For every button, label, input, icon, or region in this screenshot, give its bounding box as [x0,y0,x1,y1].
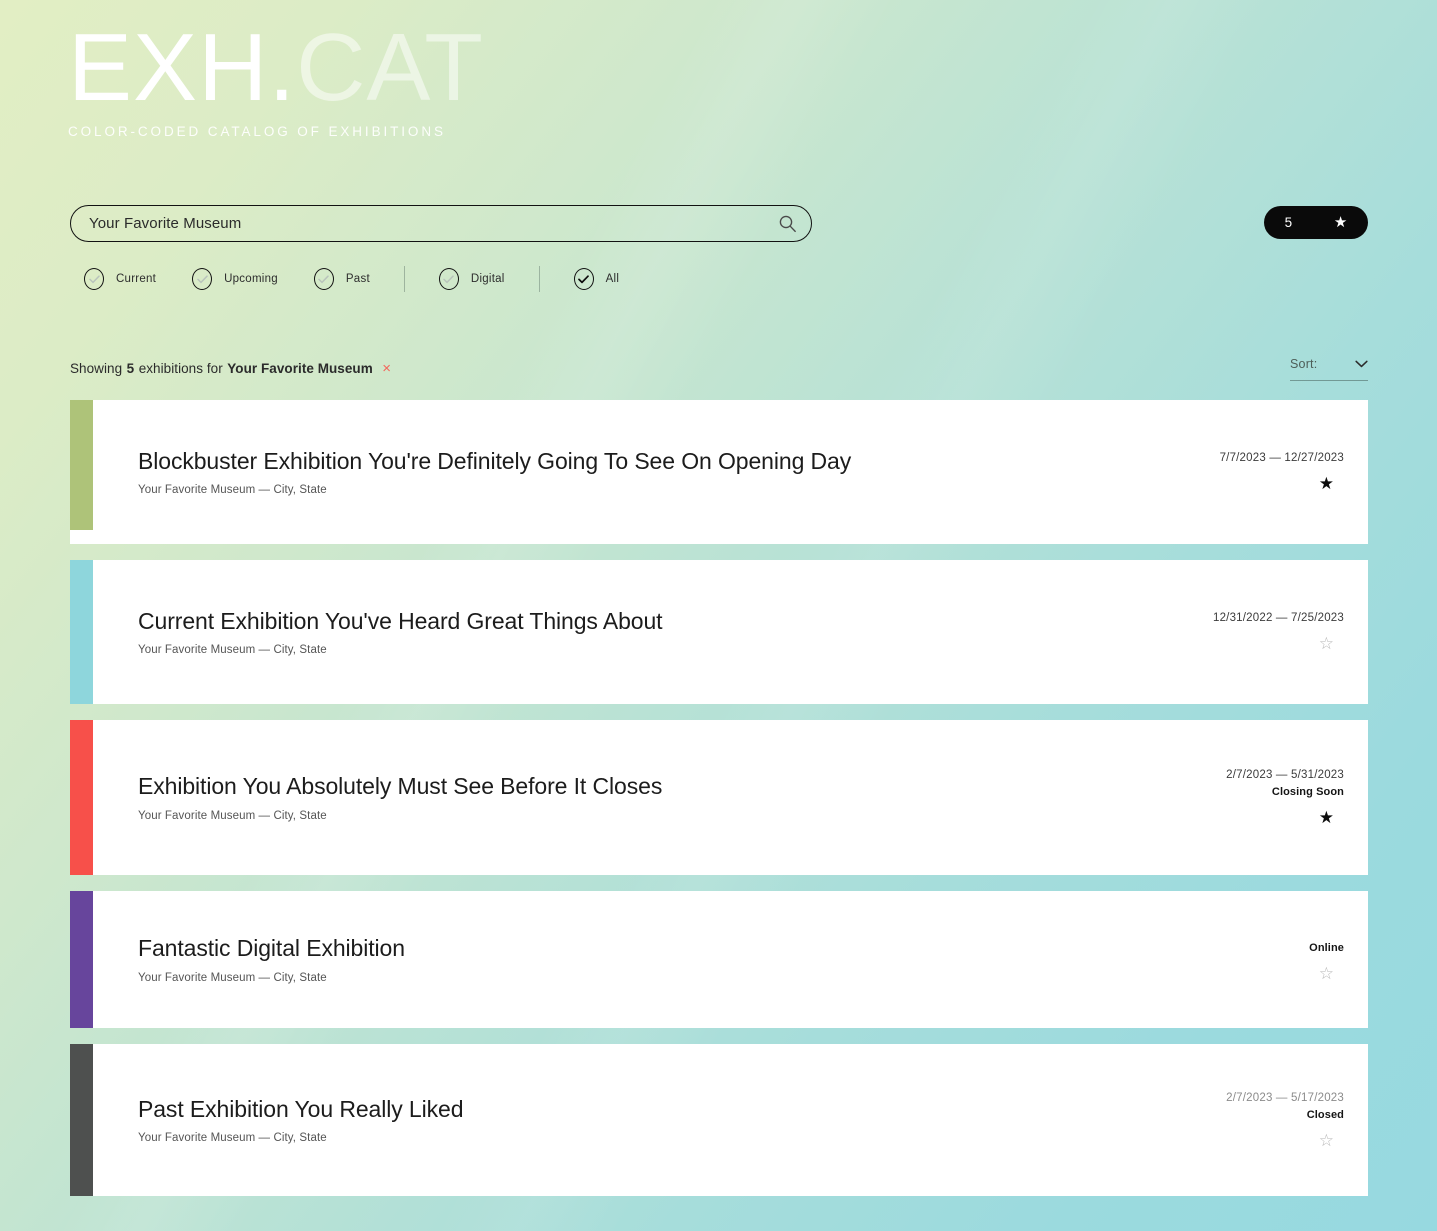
exhibition-venue: Your Favorite Museum — City, State [138,809,327,822]
filter-current[interactable]: Current [84,268,156,290]
exhibition-venue: Your Favorite Museum — City, State [138,484,327,497]
exhibition-text: Fantastic Digital Exhibition Your Favori… [138,935,1214,984]
filter-group: Current Upcoming Past Digital All [84,266,619,292]
clear-search-icon[interactable]: × [382,361,391,376]
filter-divider [403,266,405,292]
exhibition-title[interactable]: Fantastic Digital Exhibition [138,935,1214,963]
exhibition-dates: 2/7/2023 — 5/31/2023 [1226,769,1344,781]
exhibition-card-body: Fantastic Digital Exhibition Your Favori… [93,891,1368,1028]
exhibition-meta: 2/7/2023 — 5/17/2023 Closed ☆ [1214,1092,1344,1149]
exhibition-venue: Your Favorite Museum — City, State [138,644,327,657]
masthead: EXH.CAT COLOR-CODED CATALOG OF EXHIBITIO… [68,20,484,140]
category-accent-bar [70,891,93,1028]
exhibition-card-body: Exhibition You Absolutely Must See Befor… [93,720,1368,875]
sort-label: Sort: [1290,357,1318,371]
results-bar: Showing 5 exhibitions for Your Favorite … [70,355,1368,381]
exhibition-text: Current Exhibition You've Heard Great Th… [138,608,1213,657]
filter-upcoming[interactable]: Upcoming [192,268,278,290]
exhibition-text: Exhibition You Absolutely Must See Befor… [138,773,1214,822]
exhibition-card[interactable]: Past Exhibition You Really Liked Your Fa… [70,1044,1368,1196]
exhibition-card[interactable]: Fantastic Digital Exhibition Your Favori… [70,891,1368,1028]
favorite-star-icon[interactable]: ☆ [1319,635,1334,652]
exhibition-meta: 7/7/2023 — 12/27/2023 ★ [1214,452,1344,492]
filter-label: Past [345,273,370,285]
chevron-down-icon [1355,355,1368,373]
status-badge: Closed [1306,1108,1344,1121]
category-accent-bar [70,400,93,530]
checkbox-icon[interactable] [313,268,334,290]
exhibition-card[interactable]: Current Exhibition You've Heard Great Th… [70,560,1368,704]
category-accent-bar [70,1044,93,1196]
exhibition-text: Blockbuster Exhibition You're Definitely… [138,448,1214,497]
showing-middle: exhibitions for [138,360,223,376]
star-icon: ★ [1333,214,1348,231]
exhibition-card-body: Current Exhibition You've Heard Great Th… [93,560,1368,704]
favorites-count: 5 [1284,215,1293,230]
exhibition-dates: 12/31/2022 — 7/25/2023 [1212,612,1344,624]
exhibition-card[interactable]: Exhibition You Absolutely Must See Befor… [70,720,1368,875]
site-logo: EXH.CAT [68,20,484,116]
category-accent-bar [70,720,93,875]
exhibition-card-body: Blockbuster Exhibition You're Definitely… [93,400,1368,544]
filter-label: Upcoming [224,273,278,285]
sort-dropdown[interactable]: Sort: [1290,355,1368,381]
filter-all[interactable]: All [573,268,620,290]
search-row [70,205,812,242]
exhibition-title[interactable]: Past Exhibition You Really Liked [138,1096,1214,1124]
app-root: EXH.CAT COLOR-CODED CATALOG OF EXHIBITIO… [0,0,1437,1231]
status-badge: Online [1309,942,1344,954]
exhibition-title[interactable]: Exhibition You Absolutely Must See Befor… [138,773,1214,801]
results-summary: Showing 5 exhibitions for Your Favorite … [70,361,396,376]
exhibition-card-body: Past Exhibition You Really Liked Your Fa… [93,1044,1368,1196]
search-input[interactable] [71,215,811,232]
filter-label: Digital [470,273,505,285]
search-box[interactable] [70,205,812,242]
filter-divider [538,266,540,292]
status-badge: Closing Soon [1271,786,1344,798]
checkbox-icon[interactable] [192,268,213,290]
favorite-star-icon[interactable]: ★ [1319,475,1334,492]
showing-prefix: Showing [70,360,123,376]
exhibition-dates: 7/7/2023 — 12/27/2023 [1219,452,1344,464]
site-tagline: COLOR-CODED CATALOG OF EXHIBITIONS [68,124,446,140]
filter-digital[interactable]: Digital [438,268,505,290]
filter-past[interactable]: Past [313,268,370,290]
results-query: Your Favorite Museum [227,360,373,376]
exhibition-meta: 2/7/2023 — 5/31/2023 Closing Soon ★ [1214,769,1344,826]
favorites-counter-button[interactable]: 5 ★ [1264,206,1368,239]
exhibition-text: Past Exhibition You Really Liked Your Fa… [138,1096,1214,1145]
search-icon[interactable] [777,214,797,234]
exhibition-meta: Online ☆ [1214,937,1344,982]
exhibition-title[interactable]: Current Exhibition You've Heard Great Th… [138,608,1213,636]
exhibition-venue: Your Favorite Museum — City, State [138,1132,327,1145]
checkbox-icon[interactable] [84,268,104,290]
exhibition-venue: Your Favorite Museum — City, State [138,971,327,984]
favorite-star-icon[interactable]: ☆ [1319,965,1334,982]
logo-secondary: CAT [296,14,484,121]
checkbox-icon[interactable] [438,268,459,290]
category-accent-bar [70,560,93,704]
favorite-star-icon[interactable]: ☆ [1319,1132,1334,1149]
exhibition-list: Blockbuster Exhibition You're Definitely… [70,400,1368,1212]
logo-primary: EXH. [68,14,297,121]
filter-label: Current [116,273,157,285]
favorite-star-icon[interactable]: ★ [1319,809,1334,826]
checkbox-checked-icon[interactable] [573,268,594,290]
exhibition-title[interactable]: Blockbuster Exhibition You're Definitely… [138,448,1214,476]
exhibition-dates: 2/7/2023 — 5/17/2023 [1226,1091,1344,1104]
exhibition-meta: 12/31/2022 — 7/25/2023 ☆ [1213,612,1344,652]
filter-label: All [605,273,620,285]
results-count: 5 [126,360,135,376]
exhibition-card[interactable]: Blockbuster Exhibition You're Definitely… [70,400,1368,544]
